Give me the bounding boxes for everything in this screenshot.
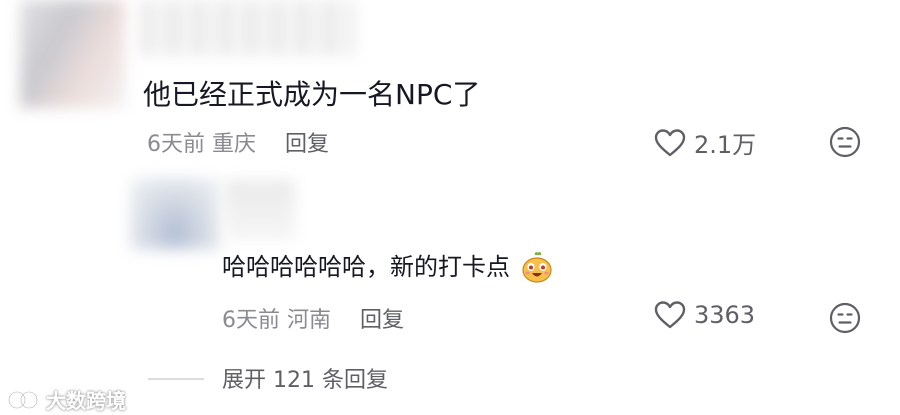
comment-meta: 6天前 重庆 回复 [147,126,329,158]
like-button[interactable]: 3363 [654,300,755,330]
watermark-logo-icon [7,390,39,409]
like-button[interactable]: 2.1万 [654,125,756,160]
dislike-icon[interactable] [829,126,861,158]
reply-button[interactable]: 回复 [360,308,404,333]
reply-text-content: 哈哈哈哈哈哈，新的打卡点 [222,253,510,281]
reply-meta: 6天前 河南 回复 [222,302,404,334]
reply-time: 6天前 [222,308,280,333]
laughing-emoji-icon [522,251,552,283]
reply-button[interactable]: 回复 [285,132,329,157]
reply-location: 河南 [287,308,332,333]
expand-replies-button[interactable]: 展开 121 条回复 [222,362,388,394]
watermark-text: 大数跨境 [46,389,126,413]
avatar[interactable] [20,0,125,108]
divider [148,378,204,380]
comment-text: 他已经正式成为一名NPC了 [143,78,481,111]
reply-text: 哈哈哈哈哈哈，新的打卡点 [222,247,554,285]
reply-username-blurred[interactable] [225,180,295,240]
like-count: 3363 [694,301,756,329]
like-count: 2.1万 [694,131,757,159]
dislike-icon[interactable] [829,302,861,334]
heart-icon [654,301,686,329]
reply-avatar[interactable] [130,178,220,250]
username-blurred[interactable] [140,0,355,56]
watermark: 大数跨境 [6,385,126,414]
comment-location: 重庆 [212,132,257,157]
heart-icon [654,128,686,156]
comment-time: 6天前 [147,132,205,157]
